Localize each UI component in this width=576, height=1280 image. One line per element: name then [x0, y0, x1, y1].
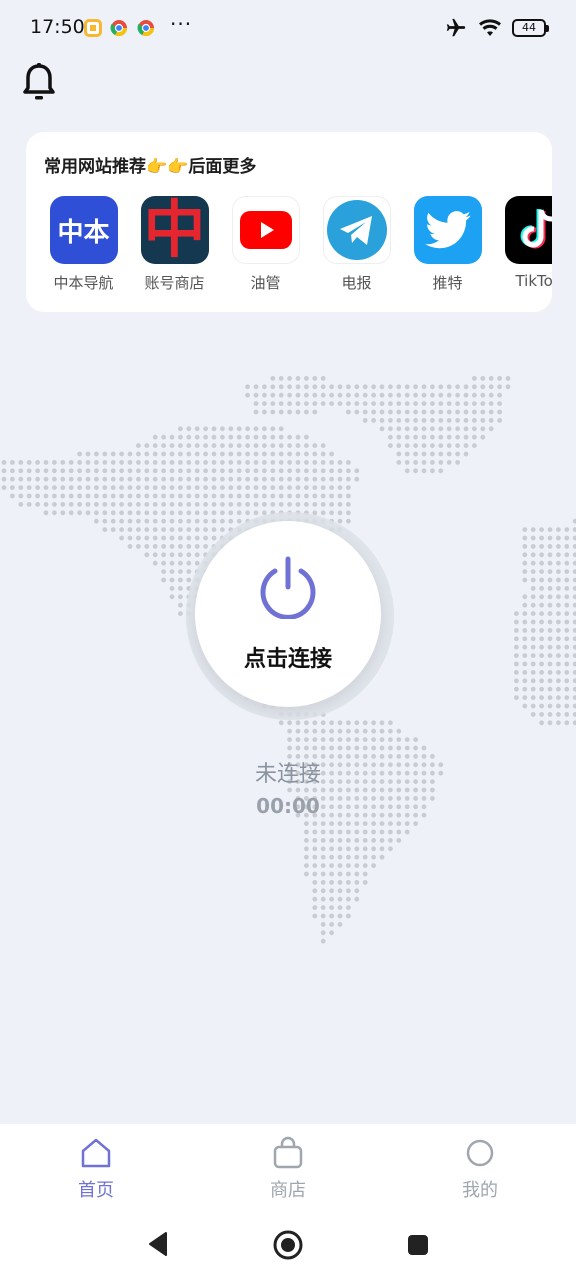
- telegram-logo: [322, 196, 391, 264]
- home-button-icon[interactable]: [272, 1229, 304, 1261]
- shopping-bag-icon: [273, 1136, 303, 1169]
- notification-app-icon: [84, 19, 102, 37]
- site-label: 账号商店: [144, 274, 205, 292]
- site-item-account-store[interactable]: 中 账号商店: [129, 196, 220, 293]
- music-note-icon: [520, 209, 552, 249]
- site-label: 推特: [432, 274, 463, 292]
- power-icon: [260, 556, 316, 619]
- youtube-logo: [231, 196, 300, 264]
- bottom-nav: 首页 商店 我的: [0, 1124, 576, 1214]
- recents-icon[interactable]: [407, 1234, 429, 1256]
- recommended-list: 中本 中本导航 中 账号商店 油管 电报 推特 TikTo: [38, 196, 552, 293]
- chrome-icon: [137, 20, 155, 37]
- site-item-tiktok[interactable]: TikTok: [493, 196, 552, 293]
- battery-icon: 44: [512, 19, 549, 37]
- site-item-telegram[interactable]: 电报: [311, 196, 402, 293]
- airplane-icon: [446, 18, 466, 37]
- status-time: 17:50: [30, 16, 85, 38]
- zhongben-logo-text: 中本: [57, 217, 110, 248]
- status-bar: 17:50 ··· 44: [0, 0, 576, 56]
- site-item-twitter[interactable]: 推特: [402, 196, 493, 293]
- bell-icon[interactable]: [22, 62, 56, 102]
- nav-label: 首页: [78, 1180, 114, 1201]
- profile-circle-icon: [466, 1139, 494, 1167]
- bird-icon: [424, 211, 471, 249]
- site-label: TikTok: [515, 272, 552, 290]
- site-label: 电报: [341, 274, 372, 292]
- paper-plane-icon: [326, 200, 387, 260]
- nav-home[interactable]: 首页: [36, 1136, 156, 1202]
- site-item-zhongben[interactable]: 中本 中本导航: [38, 196, 129, 293]
- more-notifications-icon: ···: [170, 12, 193, 36]
- account-store-logo: 中: [140, 196, 209, 264]
- site-label: 油管: [250, 274, 281, 292]
- twitter-logo: [413, 196, 482, 264]
- connect-label: 点击连接: [243, 647, 332, 672]
- nav-label: 我的: [462, 1180, 498, 1201]
- connection-status: 未连接: [254, 762, 321, 787]
- home-icon: [81, 1138, 111, 1168]
- play-icon: [239, 211, 292, 249]
- account-store-logo-text: 中: [143, 196, 206, 264]
- nav-store[interactable]: 商店: [228, 1136, 348, 1202]
- site-item-youtube[interactable]: 油管: [220, 196, 311, 293]
- tiktok-logo: [504, 196, 552, 264]
- site-label: 中本导航: [53, 274, 114, 292]
- status-right: 44: [444, 16, 549, 40]
- nav-profile[interactable]: 我的: [420, 1136, 540, 1202]
- back-icon[interactable]: [146, 1230, 170, 1258]
- chrome-icon: [110, 20, 128, 37]
- system-nav-bar: [0, 1214, 576, 1280]
- wifi-icon: [479, 19, 501, 36]
- connect-button[interactable]: 点击连接: [195, 521, 381, 707]
- recommended-sites-card: 常用网站推荐👉👉后面更多 中本 中本导航 中 账号商店 油管 电报 推特 Tik…: [26, 132, 552, 312]
- connection-timer: 00:00: [256, 794, 320, 818]
- zhongben-logo: 中本: [49, 196, 118, 264]
- nav-label: 商店: [270, 1180, 306, 1201]
- recommended-title: 常用网站推荐👉👉后面更多: [44, 157, 257, 177]
